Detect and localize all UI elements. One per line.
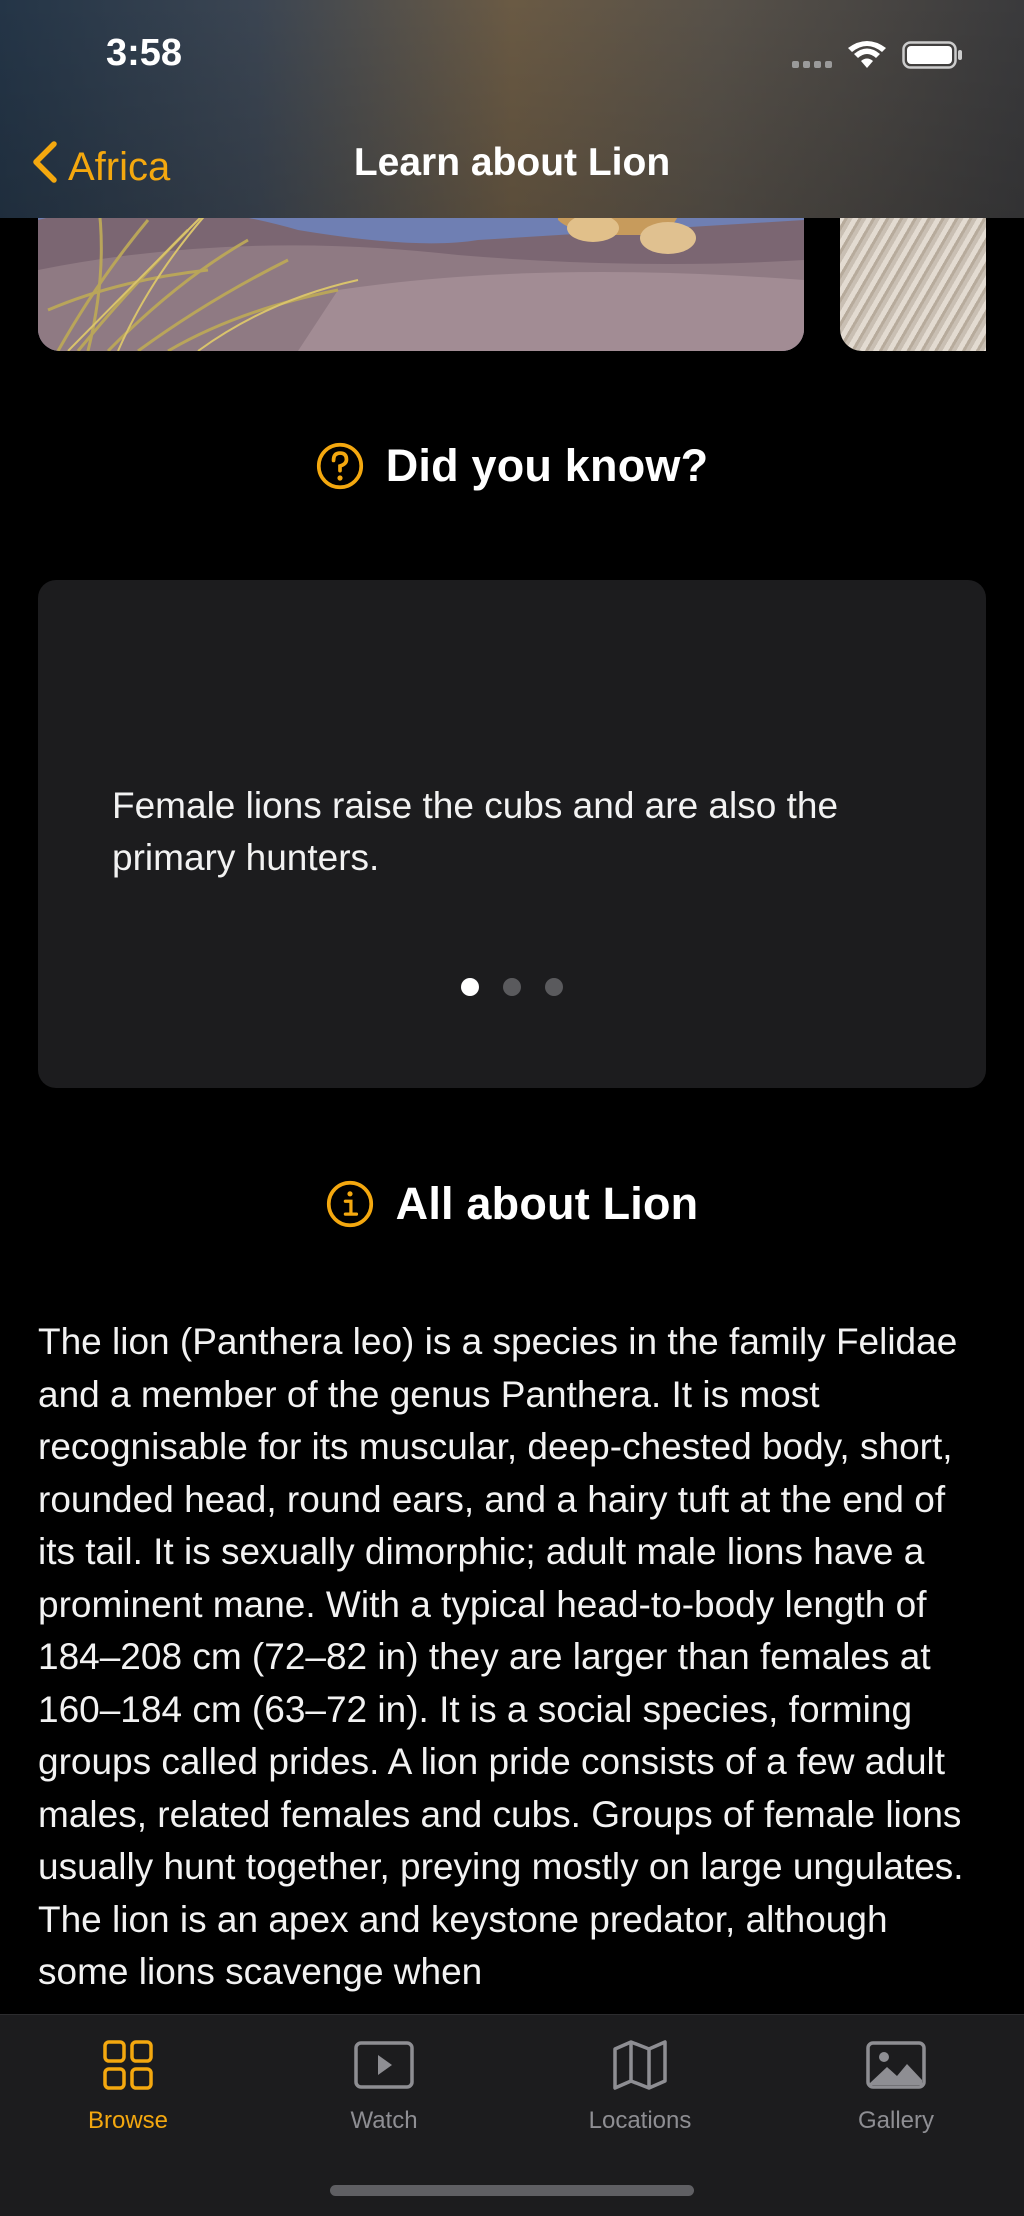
did-you-know-title: Did you know? [385, 440, 709, 491]
tab-locations[interactable]: Locations [512, 2037, 768, 2135]
tab-watch[interactable]: Watch [256, 2037, 512, 2135]
info-circle-icon [326, 1180, 374, 1228]
status-time: 3:58 [106, 32, 183, 74]
page-title: Learn about Lion [353, 141, 671, 184]
battery-icon [902, 40, 964, 75]
scroll-content[interactable]: Did you know? Female lions raise the cub… [0, 0, 1024, 2215]
play-icon [352, 2037, 416, 2093]
page-indicator[interactable] [38, 978, 986, 996]
page-dot-1[interactable] [461, 978, 479, 996]
fact-text: Female lions raise the cubs and are also… [112, 785, 839, 878]
tab-gallery-label: Gallery [857, 2107, 935, 2134]
status-icons [792, 40, 964, 75]
about-title: All about Lion [395, 1178, 699, 1229]
home-indicator[interactable] [330, 2185, 694, 2196]
navigation-header: 3:58 Africa Learn about Lion [0, 0, 1024, 218]
question-circle-icon [316, 442, 364, 490]
page-dot-2[interactable] [503, 978, 521, 996]
tab-gallery[interactable]: Gallery [768, 2037, 1024, 2135]
tab-browse-label: Browse [87, 2107, 169, 2134]
tab-locations-label: Locations [588, 2107, 692, 2134]
tab-watch-label: Watch [350, 2107, 418, 2134]
tab-browse[interactable]: Browse [0, 2037, 256, 2135]
photo-icon [864, 2037, 928, 2093]
cellular-signal-icon [792, 48, 832, 68]
map-icon [608, 2037, 672, 2093]
did-you-know-header: Did you know? [0, 440, 1024, 492]
about-header: All about Lion [0, 1178, 1024, 1230]
fact-card[interactable]: Female lions raise the cubs and are also… [38, 580, 986, 1088]
grid-icon [96, 2037, 160, 2093]
wifi-icon [846, 40, 888, 75]
page-dot-3[interactable] [545, 978, 563, 996]
about-body-text: The lion (Panthera leo) is a species in … [38, 1321, 964, 1992]
